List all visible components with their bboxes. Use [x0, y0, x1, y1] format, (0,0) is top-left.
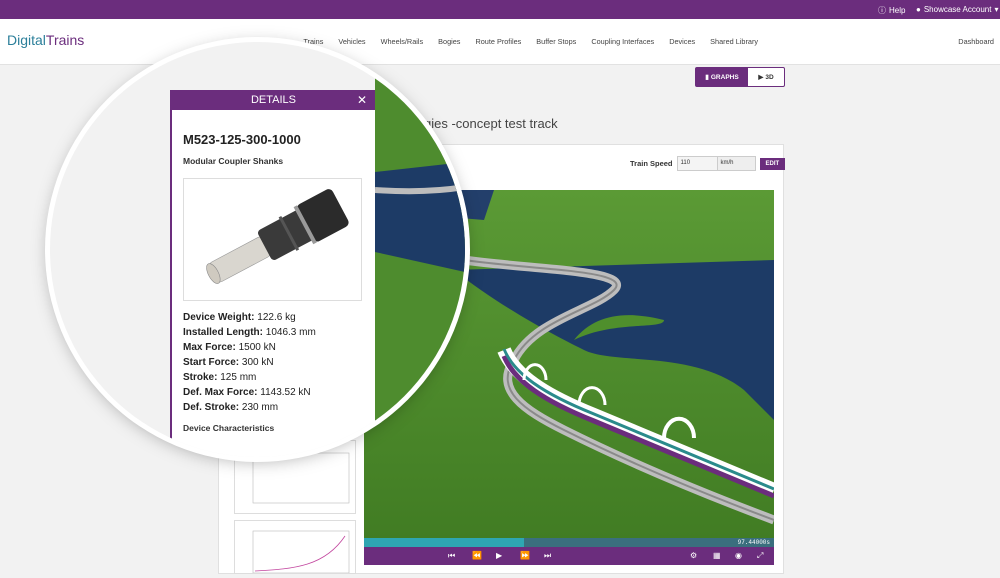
spec-value: 300 kN	[241, 357, 274, 368]
product-category: Modular Coupler Shanks	[183, 156, 284, 166]
close-icon[interactable]: ✕	[357, 90, 367, 110]
spec-value: 1046.3 mm	[265, 327, 316, 338]
caret-down-icon: ▾	[994, 5, 999, 14]
chart-thumbnail[interactable]	[234, 520, 356, 574]
spec-label: Def. Max Force:	[183, 387, 258, 398]
3d-label: 3D	[765, 73, 774, 81]
train-speed-label: Train Speed	[630, 159, 673, 168]
nav-item-dashboard[interactable]: Dashboard	[958, 37, 994, 46]
details-header: DETAILS ✕	[172, 90, 375, 110]
spec-label: Device Weight:	[183, 312, 255, 323]
spec-value: 1500 kN	[238, 342, 276, 353]
timeline-progress	[364, 538, 524, 547]
nav-item-coupling-interfaces[interactable]: Coupling Interfaces	[591, 37, 654, 46]
timeline-scrubber[interactable]: 97.44000s	[364, 538, 774, 547]
nav-item-shared-library[interactable]: Shared Library	[710, 37, 758, 46]
product-code: M523-125-300-1000	[183, 132, 301, 147]
spec-start-force: Start Force: 300 kN	[183, 355, 375, 370]
spec-stroke: Stroke: 125 mm	[183, 370, 375, 385]
nav-item-devices[interactable]: Devices	[669, 37, 695, 46]
product-image	[183, 178, 362, 301]
nav-item-route-profiles[interactable]: Route Profiles	[475, 37, 521, 46]
spec-label: Installed Length:	[183, 327, 263, 338]
spec-def-max-force: Def. Max Force: 1143.52 kN	[183, 385, 375, 400]
skip-start-icon[interactable]: ⏮	[448, 551, 455, 561]
top-account-bar: ⓘ Help ● Showcase Account ▾	[0, 0, 1000, 19]
account-label: Showcase Account	[923, 5, 992, 14]
logo-digital: Digital	[7, 32, 46, 48]
magnified-scene	[375, 42, 465, 457]
chart-thumbnail-graphic	[252, 530, 350, 574]
help-link[interactable]: ⓘ Help	[878, 5, 905, 16]
train-speed-input[interactable]: 110	[676, 156, 718, 171]
speed-unit: km/h	[716, 156, 756, 171]
chart-thumbnails	[234, 440, 356, 574]
spec-def-stroke: Def. Stroke: 230 mm	[183, 400, 375, 415]
spec-max-force: Max Force: 1500 kN	[183, 340, 375, 355]
graphs-button[interactable]: ▮ GRAPHS	[696, 68, 748, 86]
playback-controls: ⏮ ⏪ ▶ ⏩ ⏭ ⚙ ▦ ◉ ⤢	[364, 547, 774, 565]
spec-label: Start Force:	[183, 357, 240, 368]
camera-icon[interactable]: ◉	[735, 551, 742, 560]
magnified-content: DETAILS ✕ M523-125-300-1000 Modular Coup…	[50, 42, 465, 457]
3d-button[interactable]: ▶ 3D	[748, 68, 784, 86]
help-icon: ⓘ	[878, 6, 886, 15]
spec-list: Device Weight: 122.6 kg Installed Length…	[183, 310, 375, 415]
graphs-label: GRAPHS	[710, 73, 739, 81]
edit-speed-button[interactable]: EDIT	[759, 157, 786, 170]
skip-end-icon[interactable]: ⏭	[544, 551, 551, 561]
spec-value: 230 mm	[241, 402, 279, 413]
spec-installed-length: Installed Length: 1046.3 mm	[183, 325, 375, 340]
rewind-icon[interactable]: ⏪	[472, 551, 482, 560]
details-panel: DETAILS ✕ M523-125-300-1000 Modular Coup…	[170, 90, 377, 457]
spec-device-weight: Device Weight: 122.6 kg	[183, 310, 375, 325]
fast-forward-icon[interactable]: ⏩	[520, 551, 530, 560]
spec-label: Max Force:	[183, 342, 236, 353]
device-characteristics-heading: Device Characteristics	[183, 423, 275, 433]
fullscreen-icon[interactable]: ⤢	[757, 551, 763, 561]
spec-value: 122.6 kg	[257, 312, 296, 323]
train-speed-control: Train Speed 110 km/h EDIT	[630, 156, 786, 171]
settings-icon[interactable]: ⚙	[690, 551, 697, 560]
play-icon[interactable]: ▶	[496, 551, 502, 560]
help-label: Help	[889, 6, 906, 15]
spec-label: Stroke:	[183, 372, 218, 383]
table-icon[interactable]: ▦	[713, 551, 721, 560]
coupler-shank-image	[206, 189, 349, 284]
details-title: DETAILS	[250, 94, 297, 106]
bar-chart-icon: ▮	[705, 74, 709, 81]
play-icon: ▶	[758, 74, 764, 81]
magnifier-lens: DETAILS ✕ M523-125-300-1000 Modular Coup…	[50, 42, 465, 457]
account-menu[interactable]: ● Showcase Account ▾	[916, 5, 998, 14]
view-toggle: ▮ GRAPHS ▶ 3D	[695, 67, 785, 87]
nav-item-buffer-stops[interactable]: Buffer Stops	[536, 37, 576, 46]
spec-value: 125 mm	[220, 372, 257, 383]
user-icon: ●	[916, 5, 921, 14]
spec-label: Def. Stroke:	[183, 402, 240, 413]
timeline-time: 97.44000s	[737, 539, 770, 546]
spec-value: 1143.52 kN	[260, 387, 311, 398]
